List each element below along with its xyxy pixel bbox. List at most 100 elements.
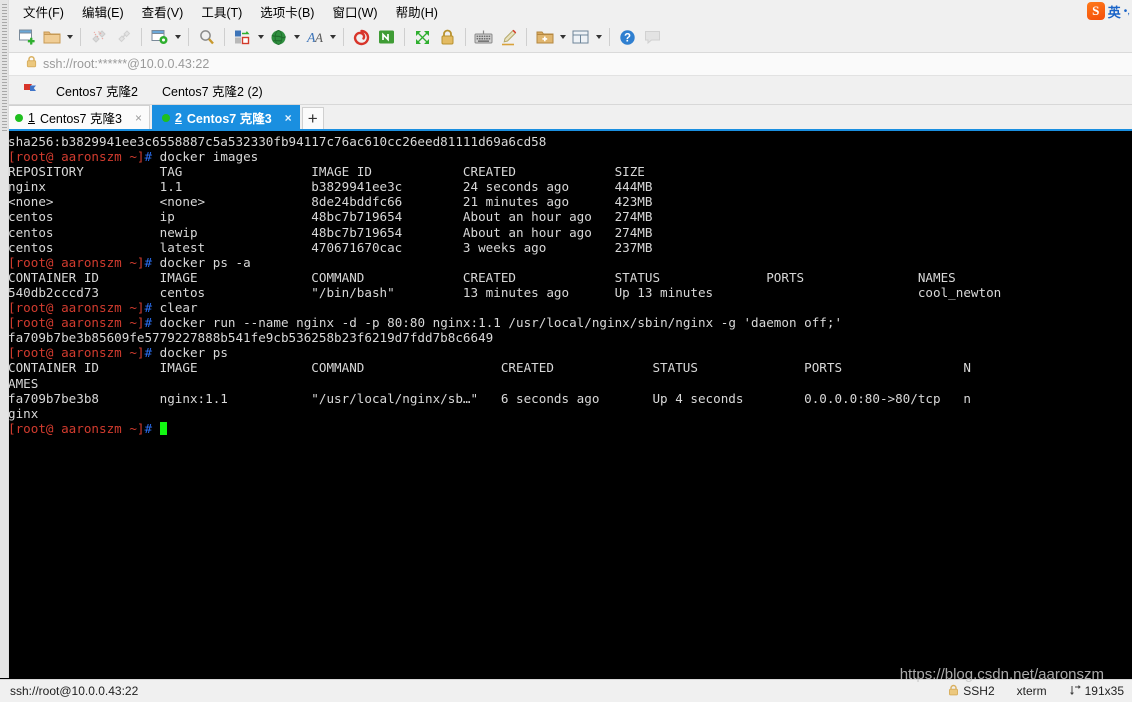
session-item-centos7-clone2[interactable]: Centos7 克隆2 xyxy=(44,81,150,100)
disconnect-icon[interactable] xyxy=(86,25,111,50)
chain-icon[interactable] xyxy=(111,25,136,50)
tab-centos7-clone3-1[interactable]: 1 Centos7 克隆3 × xyxy=(5,105,150,129)
sftp-icon[interactable] xyxy=(374,25,399,50)
terminal-prompt: [root@ aaronszm ~] xyxy=(8,420,145,436)
menu-tools[interactable]: 工具(T) xyxy=(192,0,251,23)
menu-window[interactable]: 窗口(W) xyxy=(323,0,386,23)
terminal-prompt: [root@ aaronszm ~] xyxy=(8,254,145,270)
terminal-text: nginx 1.1 b3829941ee3c 24 seconds ago 44… xyxy=(8,179,653,195)
search-icon[interactable] xyxy=(194,25,219,50)
terminal-line: fa709b7be3b8 nginx:1.1 "/usr/local/nginx… xyxy=(8,391,1132,406)
toolbar-separator xyxy=(609,28,610,46)
globe-dropdown-caret[interactable] xyxy=(291,25,302,50)
terminal-prompt: [root@ aaronszm ~] xyxy=(8,315,145,331)
globe-icon[interactable] xyxy=(266,25,291,50)
url-bar[interactable]: ssh://root:******@10.0.0.43:22 xyxy=(0,53,1132,76)
new-session-icon[interactable] xyxy=(14,25,39,50)
toolbar-separator xyxy=(465,28,466,46)
terminal-output[interactable]: sha256:b3829941ee3c6558887c5a532330fb941… xyxy=(8,134,1132,679)
terminal-prompt-hash: # xyxy=(144,149,153,165)
layout-icon[interactable] xyxy=(568,25,593,50)
terminal-text: CONTAINER ID IMAGE COMMAND CREATED STATU… xyxy=(8,360,971,376)
add-folder-dropdown-caret[interactable] xyxy=(557,25,568,50)
terminal-line: centos latest 470671670cac 3 weeks ago 2… xyxy=(8,240,1132,255)
session-gear-dropdown-caret[interactable] xyxy=(172,25,183,50)
status-size-cell: 191x35 xyxy=(1069,684,1124,699)
add-folder-icon[interactable] xyxy=(532,25,557,50)
terminal-line: CONTAINER ID IMAGE COMMAND CREATED STATU… xyxy=(8,270,1132,285)
spiral-icon[interactable] xyxy=(349,25,374,50)
terminal-line: centos ip 48bc7b719654 About an hour ago… xyxy=(8,209,1132,224)
terminal-command: docker run --name nginx -d -p 80:80 ngin… xyxy=(152,315,843,331)
lock-icon[interactable] xyxy=(435,25,460,50)
terminal-line: centos newip 48bc7b719654 About an hour … xyxy=(8,225,1132,240)
status-terminal-type: xterm xyxy=(1016,684,1047,698)
toolbar-separator xyxy=(404,28,405,46)
terminal-line: [root@ aaronszm ~]# docker ps -a xyxy=(8,255,1132,270)
terminal-command: clear xyxy=(152,300,198,316)
keyboard-icon[interactable] xyxy=(471,25,496,50)
terminal-command: docker ps -a xyxy=(152,254,251,270)
open-folder-icon[interactable] xyxy=(39,25,64,50)
toolbar-separator xyxy=(224,28,225,46)
terminal-prompt-hash: # xyxy=(144,345,153,361)
tab-centos7-clone3-2[interactable]: 2 Centos7 克隆3 × xyxy=(151,105,300,129)
terminal-line: CONTAINER ID IMAGE COMMAND CREATED STATU… xyxy=(8,360,1132,375)
tab-status-dot-icon xyxy=(15,113,23,122)
terminal-line: [root@ aaronszm ~]# docker ps xyxy=(8,345,1132,360)
status-size: 191x35 xyxy=(1084,684,1124,698)
terminal-text: 540db2cccd73 centos "/bin/bash" 13 minut… xyxy=(8,284,1002,300)
font-dropdown-caret[interactable] xyxy=(327,25,338,50)
session-item-centos7-clone2-2[interactable]: Centos7 克隆2 (2) xyxy=(150,81,275,100)
lock-icon xyxy=(948,684,959,699)
tab-close-icon[interactable]: × xyxy=(277,111,292,125)
sogou-logo-icon: S xyxy=(1086,2,1105,20)
transfer-icon[interactable] xyxy=(230,25,255,50)
toolbar: A A ? xyxy=(0,22,1132,53)
terminal-prompt: [root@ aaronszm ~] xyxy=(8,300,145,316)
securecrt-window: 文件(F) 编辑(E) 查看(V) 工具(T) 选项卡(B) 窗口(W) 帮助(… xyxy=(0,0,1132,702)
open-folder-dropdown-caret[interactable] xyxy=(64,25,75,50)
tab-close-icon[interactable]: × xyxy=(127,111,142,125)
terminal-command: docker images xyxy=(152,149,259,165)
menu-view[interactable]: 查看(V) xyxy=(133,0,193,23)
menu-bar: 文件(F) 编辑(E) 查看(V) 工具(T) 选项卡(B) 窗口(W) 帮助(… xyxy=(0,0,1132,22)
terminal-text: <none> <none> 8de24bddfc66 21 minutes ag… xyxy=(8,194,653,210)
ime-punctuation-icon: •, xyxy=(1123,5,1130,17)
terminal-line: [root@ aaronszm ~]# docker images xyxy=(8,149,1132,164)
terminal-cursor xyxy=(159,421,167,435)
menu-tabs[interactable]: 选项卡(B) xyxy=(251,0,323,23)
terminal-line: [root@ aaronszm ~]# clear xyxy=(8,300,1132,315)
terminal-text: fa709b7be3b8 nginx:1.1 "/usr/local/nginx… xyxy=(8,390,971,406)
terminal-line: fa709b7be3b85609fe5779227888b541fe9cb536… xyxy=(8,330,1132,345)
terminal-prompt-hash: # xyxy=(144,300,153,316)
menu-help[interactable]: 帮助(H) xyxy=(387,0,447,23)
url-text: ssh://root:******@10.0.0.43:22 xyxy=(43,57,210,71)
resize-icon xyxy=(1069,684,1081,699)
transfer-dropdown-caret[interactable] xyxy=(255,25,266,50)
new-tab-button[interactable]: + xyxy=(301,107,324,129)
terminal-panel[interactable]: sha256:b3829941ee3c6558887c5a532330fb941… xyxy=(0,129,1132,679)
status-protocol: SSH2 xyxy=(963,684,995,698)
fullscreen-icon[interactable] xyxy=(410,25,435,50)
terminal-line: [root@ aaronszm ~]# xyxy=(8,421,1132,436)
toolbar-separator xyxy=(141,28,142,46)
menu-file[interactable]: 文件(F) xyxy=(14,0,73,23)
terminal-line: nginx 1.1 b3829941ee3c 24 seconds ago 44… xyxy=(8,179,1132,194)
tab-label: Centos7 克隆3 xyxy=(186,112,272,126)
font-icon[interactable]: A A xyxy=(302,25,327,50)
layout-dropdown-caret[interactable] xyxy=(593,25,604,50)
menu-edit[interactable]: 编辑(E) xyxy=(73,0,133,23)
terminal-line: <none> <none> 8de24bddfc66 21 minutes ag… xyxy=(8,194,1132,209)
pen-icon[interactable] xyxy=(496,25,521,50)
tab-number: 1 xyxy=(28,110,35,125)
terminal-text: sha256:b3829941ee3c6558887c5a532330fb941… xyxy=(8,134,547,149)
session-gear-icon[interactable] xyxy=(147,25,172,50)
help-icon[interactable]: ? xyxy=(615,25,640,50)
toolbar-separator xyxy=(526,28,527,46)
ime-indicator[interactable]: S 英 •, xyxy=(1086,0,1130,22)
tab-status-dot-icon xyxy=(161,113,170,122)
red-flag-icon xyxy=(22,83,38,97)
chat-icon[interactable] xyxy=(640,25,665,50)
terminal-line: REPOSITORY TAG IMAGE ID CREATED SIZE xyxy=(8,164,1132,179)
